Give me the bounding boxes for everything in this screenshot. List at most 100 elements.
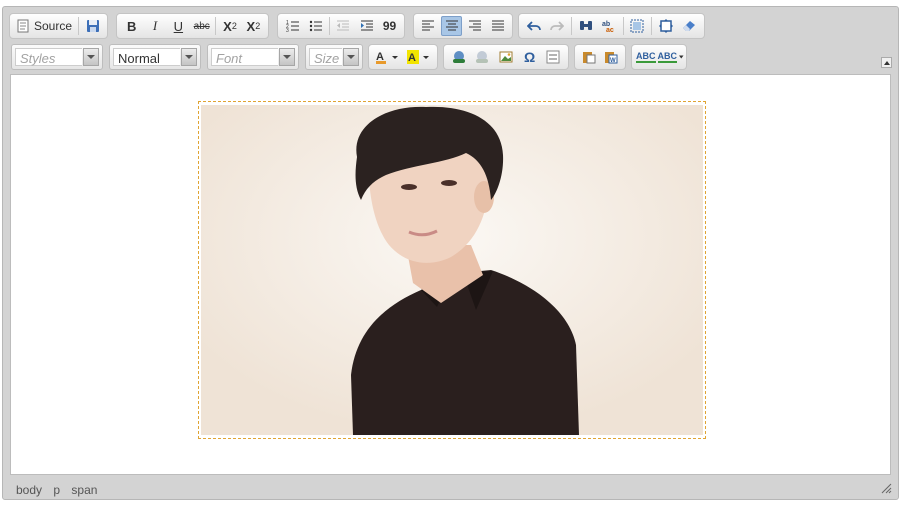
svg-text:W: W bbox=[610, 58, 616, 64]
remove-format-button[interactable] bbox=[679, 16, 700, 36]
horizontal-rule-button[interactable] bbox=[542, 47, 564, 67]
justify-button[interactable] bbox=[487, 16, 508, 36]
underline-label: U bbox=[173, 18, 184, 34]
source-button[interactable]: Source bbox=[14, 16, 75, 36]
replace-button[interactable]: ab ac bbox=[598, 16, 619, 36]
undo-icon bbox=[526, 21, 541, 31]
maximize-button[interactable] bbox=[655, 16, 676, 36]
font-dropdown-arrow[interactable] bbox=[279, 48, 295, 66]
svg-text:Ω: Ω bbox=[524, 50, 535, 64]
numbered-list-icon: 123 bbox=[286, 20, 299, 33]
background-color-button[interactable]: A bbox=[404, 47, 433, 67]
find-button[interactable] bbox=[575, 16, 596, 36]
bulleted-list-button[interactable] bbox=[305, 16, 326, 36]
editing-area[interactable] bbox=[10, 74, 891, 475]
format-combo[interactable]: Normal bbox=[109, 44, 201, 70]
element-path: body p span bbox=[16, 483, 105, 497]
format-dropdown-arrow[interactable] bbox=[181, 48, 197, 66]
separator bbox=[570, 17, 572, 35]
text-color-icon: A bbox=[375, 51, 398, 64]
undo-button[interactable] bbox=[523, 16, 544, 36]
styles-dropdown-arrow[interactable] bbox=[83, 48, 99, 66]
bold-label: B bbox=[126, 18, 137, 34]
svg-text:3: 3 bbox=[286, 28, 289, 33]
alignment-group bbox=[413, 13, 513, 39]
superscript-digit: 2 bbox=[255, 21, 261, 31]
redo-button[interactable] bbox=[546, 16, 567, 36]
separator bbox=[651, 17, 653, 35]
collapse-arrow-icon bbox=[883, 60, 890, 65]
insert-group: Ω bbox=[443, 44, 569, 70]
size-dropdown-arrow[interactable] bbox=[343, 48, 359, 66]
justify-icon bbox=[491, 20, 504, 31]
align-center-icon bbox=[445, 20, 458, 31]
resize-grip-icon bbox=[881, 483, 892, 494]
image-button[interactable] bbox=[495, 47, 517, 67]
indent-button[interactable] bbox=[356, 16, 377, 36]
image-icon bbox=[499, 51, 513, 63]
spell-as-you-type-button[interactable]: ABC bbox=[657, 47, 684, 67]
svg-text:ac: ac bbox=[606, 27, 614, 33]
unlink-icon bbox=[476, 51, 489, 63]
underline-button[interactable]: U bbox=[168, 16, 189, 36]
eraser-icon bbox=[683, 21, 696, 31]
horizontal-rule-icon bbox=[546, 50, 560, 64]
text-color-button[interactable]: A bbox=[373, 47, 402, 67]
paste-word-button[interactable]: W bbox=[601, 47, 621, 67]
separator bbox=[622, 17, 624, 35]
superscript-label: X bbox=[246, 18, 256, 34]
size-combo[interactable]: Size bbox=[305, 44, 363, 70]
format-field[interactable]: Normal bbox=[113, 48, 180, 66]
collapse-toolbar-button[interactable] bbox=[881, 57, 892, 68]
font-field[interactable]: Font bbox=[211, 48, 278, 66]
bold-button[interactable]: B bbox=[121, 16, 142, 36]
spellcheck-group: ABC ABC bbox=[631, 44, 687, 70]
clipboard-group: ab ac bbox=[518, 13, 705, 39]
unlink-button[interactable] bbox=[472, 47, 494, 67]
subscript-label: X bbox=[223, 18, 232, 34]
subscript-button[interactable]: X2 bbox=[219, 16, 240, 36]
redo-icon bbox=[550, 21, 565, 31]
spellcheck-button[interactable]: ABC bbox=[636, 47, 656, 67]
svg-text:A: A bbox=[408, 52, 416, 64]
strike-button[interactable]: abc bbox=[191, 16, 212, 36]
select-all-icon bbox=[630, 19, 644, 33]
separator bbox=[329, 17, 330, 35]
italic-label: I bbox=[152, 18, 158, 33]
align-right-button[interactable] bbox=[464, 16, 485, 36]
path-item-p[interactable]: p bbox=[53, 483, 60, 497]
source-label: Source bbox=[34, 19, 73, 33]
path-item-body[interactable]: body bbox=[16, 483, 42, 497]
resize-handle[interactable] bbox=[880, 482, 892, 494]
paste-text-button[interactable] bbox=[579, 47, 599, 67]
select-all-button[interactable] bbox=[627, 16, 648, 36]
superscript-button[interactable]: X2 bbox=[243, 16, 264, 36]
styles-combo[interactable]: Styles bbox=[11, 44, 103, 70]
save-button[interactable] bbox=[82, 16, 103, 36]
size-field[interactable]: Size bbox=[309, 48, 342, 66]
numbered-list-button[interactable]: 123 bbox=[282, 16, 303, 36]
link-button[interactable] bbox=[448, 47, 470, 67]
font-combo[interactable]: Font bbox=[207, 44, 299, 70]
align-left-button[interactable] bbox=[418, 16, 439, 36]
outdent-icon bbox=[337, 20, 350, 31]
blockquote-button[interactable]: 99 bbox=[379, 16, 400, 36]
align-left-icon bbox=[422, 20, 435, 31]
styles-field[interactable]: Styles bbox=[15, 48, 82, 66]
path-item-span[interactable]: span bbox=[71, 483, 97, 497]
special-char-button[interactable]: Ω bbox=[519, 47, 541, 67]
paste-group: W bbox=[574, 44, 626, 70]
maximize-icon bbox=[658, 19, 673, 33]
strike-label: abc bbox=[193, 20, 210, 32]
outdent-button[interactable] bbox=[333, 16, 354, 36]
selected-image[interactable] bbox=[198, 101, 706, 439]
document-group: Source bbox=[9, 13, 108, 39]
spellcheck-label: ABC bbox=[636, 51, 656, 63]
italic-button[interactable]: I bbox=[144, 16, 165, 36]
source-icon bbox=[17, 19, 29, 33]
basic-styles-group: B I U abc X2 X2 bbox=[116, 13, 269, 39]
align-center-button[interactable] bbox=[440, 16, 463, 36]
subscript-digit: 2 bbox=[231, 21, 237, 31]
separator bbox=[78, 17, 80, 35]
background-color-icon: A bbox=[406, 50, 429, 64]
